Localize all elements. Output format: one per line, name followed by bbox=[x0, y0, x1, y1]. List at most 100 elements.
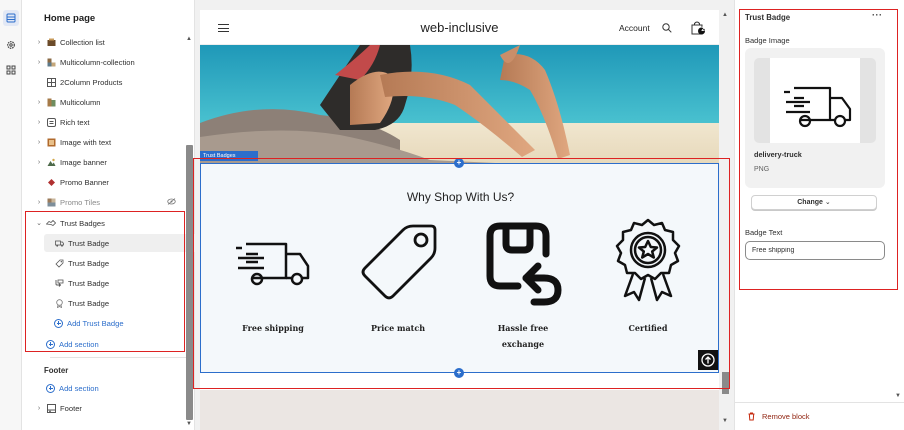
section-promo-tiles[interactable]: › Promo Tiles bbox=[34, 193, 182, 211]
delivery-truck-icon bbox=[236, 242, 310, 286]
section-label: Promo Tiles bbox=[60, 197, 101, 207]
add-section-above-icon[interactable]: + bbox=[454, 158, 464, 168]
next-section-preview bbox=[200, 390, 719, 430]
add-section-below-icon[interactable]: + bbox=[454, 368, 464, 378]
change-image-button[interactable]: Change ⌄ bbox=[751, 195, 877, 210]
chevron-right-icon[interactable]: › bbox=[34, 139, 44, 146]
section-label: Promo Banner bbox=[60, 177, 109, 187]
section-label: Multicolumn-collection bbox=[60, 57, 135, 67]
chevron-right-icon[interactable]: › bbox=[34, 405, 44, 412]
section-label: Footer bbox=[60, 403, 82, 413]
section-multicolumn[interactable]: › Multicolumn bbox=[34, 93, 182, 111]
block-trust-badge-4[interactable]: Trust Badge bbox=[44, 294, 199, 312]
account-link[interactable]: Account bbox=[619, 23, 650, 33]
badge-free-shipping[interactable] bbox=[223, 222, 323, 292]
chevron-down-icon[interactable]: ⌄ bbox=[34, 219, 44, 227]
scroll-down-arrow-icon[interactable]: ▼ bbox=[722, 418, 728, 424]
grid-icon bbox=[46, 77, 56, 87]
footer-add-section-button[interactable]: Add section bbox=[44, 379, 192, 397]
section-label: 2Column Products bbox=[60, 77, 123, 87]
scroll-up-arrow-icon[interactable]: ▲ bbox=[722, 12, 728, 18]
multicolumn-icon bbox=[46, 57, 56, 67]
badge-label: Hassle free exchange bbox=[497, 323, 549, 349]
scroll-to-top-button[interactable] bbox=[698, 350, 718, 370]
section-image-with-text[interactable]: › Image with text bbox=[34, 133, 182, 151]
change-label: Change bbox=[797, 199, 823, 206]
badge-image-label: Badge Image bbox=[745, 36, 790, 45]
chevron-right-icon[interactable]: › bbox=[34, 159, 44, 166]
trust-badges-icon bbox=[46, 218, 56, 228]
scroll-down-arrow-icon[interactable]: ▼ bbox=[186, 421, 192, 427]
gear-icon bbox=[7, 41, 15, 49]
sections-icon bbox=[6, 13, 16, 23]
block-label: Trust Badge bbox=[68, 298, 110, 308]
chevron-right-icon[interactable]: › bbox=[34, 119, 44, 126]
trust-heading: Why Shop With Us? bbox=[406, 190, 515, 204]
section-2column-products[interactable]: 2Column Products bbox=[34, 73, 182, 91]
section-label: Multicolumn bbox=[60, 97, 101, 107]
image-picker-card[interactable]: delivery-truck PNG bbox=[745, 48, 885, 188]
remove-block-button[interactable]: Remove block bbox=[747, 412, 810, 421]
add-section-label: Add section bbox=[59, 383, 99, 393]
search-icon[interactable] bbox=[662, 23, 672, 33]
section-footer[interactable]: › Footer bbox=[34, 399, 182, 417]
sections-nav-button[interactable] bbox=[3, 10, 19, 26]
image-filetype: PNG bbox=[754, 166, 770, 173]
exchange-small-icon bbox=[54, 278, 64, 288]
trust-badges-section[interactable]: Why Shop With Us? Free shipping Price ma… bbox=[200, 163, 719, 373]
store-header: web-inclusive Account 2 bbox=[200, 10, 719, 45]
plus-circle-icon bbox=[46, 339, 55, 349]
section-label: Collection list bbox=[60, 37, 105, 47]
truck-small-icon bbox=[54, 238, 64, 248]
section-collection-list[interactable]: › Collection list bbox=[34, 33, 182, 51]
badge-price-match[interactable] bbox=[348, 222, 448, 306]
chevron-right-icon[interactable]: › bbox=[34, 59, 44, 66]
editor-icon-rail bbox=[0, 0, 22, 430]
section-trust-badges[interactable]: ⌄ Trust Badges bbox=[34, 214, 182, 232]
block-trust-badge-2[interactable]: Trust Badge bbox=[44, 254, 199, 272]
sidebar-scrollbar[interactable] bbox=[186, 145, 193, 420]
preview-scrollbar[interactable] bbox=[722, 372, 729, 394]
badge-label: Free shipping bbox=[242, 323, 304, 333]
chevron-right-icon[interactable]: › bbox=[34, 199, 44, 206]
block-label: Trust Badge bbox=[68, 238, 110, 248]
scroll-down-arrow-icon[interactable]: ▼ bbox=[895, 393, 901, 399]
apps-nav-button[interactable] bbox=[3, 62, 19, 78]
add-section-button[interactable]: Add section bbox=[44, 335, 192, 353]
more-options-icon[interactable]: ··· bbox=[872, 10, 883, 20]
trash-icon bbox=[748, 412, 755, 421]
theme-settings-nav-button[interactable] bbox=[3, 37, 19, 53]
badge-certified[interactable] bbox=[598, 218, 698, 306]
certified-small-icon bbox=[54, 298, 64, 308]
block-trust-badge-3[interactable]: Trust Badge bbox=[44, 274, 199, 292]
scroll-up-arrow-icon[interactable]: ▲ bbox=[186, 36, 192, 42]
image-icon bbox=[46, 157, 56, 167]
block-label: Trust Badge bbox=[68, 258, 110, 268]
section-multicolumn-collection[interactable]: › Multicolumn-collection bbox=[34, 53, 182, 71]
remove-label: Remove block bbox=[762, 412, 810, 421]
badge-text-label: Badge Text bbox=[745, 228, 783, 237]
beach-photo bbox=[200, 45, 719, 172]
section-promo-banner[interactable]: Promo Banner bbox=[34, 173, 182, 191]
badge-hassle-free-exchange[interactable] bbox=[473, 222, 573, 306]
eye-slash-icon[interactable] bbox=[167, 197, 176, 207]
chevron-right-icon[interactable]: › bbox=[34, 99, 44, 106]
section-image-banner[interactable]: › Image banner bbox=[34, 153, 182, 171]
divider bbox=[50, 357, 200, 358]
sections-sidebar: Home page › Collection list › Multicolum… bbox=[22, 0, 200, 430]
chevron-right-icon[interactable]: › bbox=[34, 39, 44, 46]
add-block-label: Add Trust Badge bbox=[67, 318, 124, 328]
footer-group-title: Footer bbox=[44, 366, 69, 375]
footer-icon bbox=[46, 403, 56, 413]
return-exchange-icon bbox=[486, 222, 562, 306]
text-icon bbox=[46, 117, 56, 127]
image-thumbnail bbox=[754, 58, 876, 143]
block-trust-badge-1[interactable]: Trust Badge bbox=[44, 234, 199, 252]
image-filename: delivery-truck bbox=[754, 150, 802, 159]
section-label: Image with text bbox=[60, 137, 112, 147]
chevron-down-icon: ⌄ bbox=[824, 199, 831, 206]
add-trust-badge-button[interactable]: Add Trust Badge bbox=[44, 314, 199, 332]
plus-circle-icon bbox=[54, 318, 63, 328]
section-rich-text[interactable]: › Rich text bbox=[34, 113, 182, 131]
badge-text-input[interactable] bbox=[745, 241, 885, 260]
